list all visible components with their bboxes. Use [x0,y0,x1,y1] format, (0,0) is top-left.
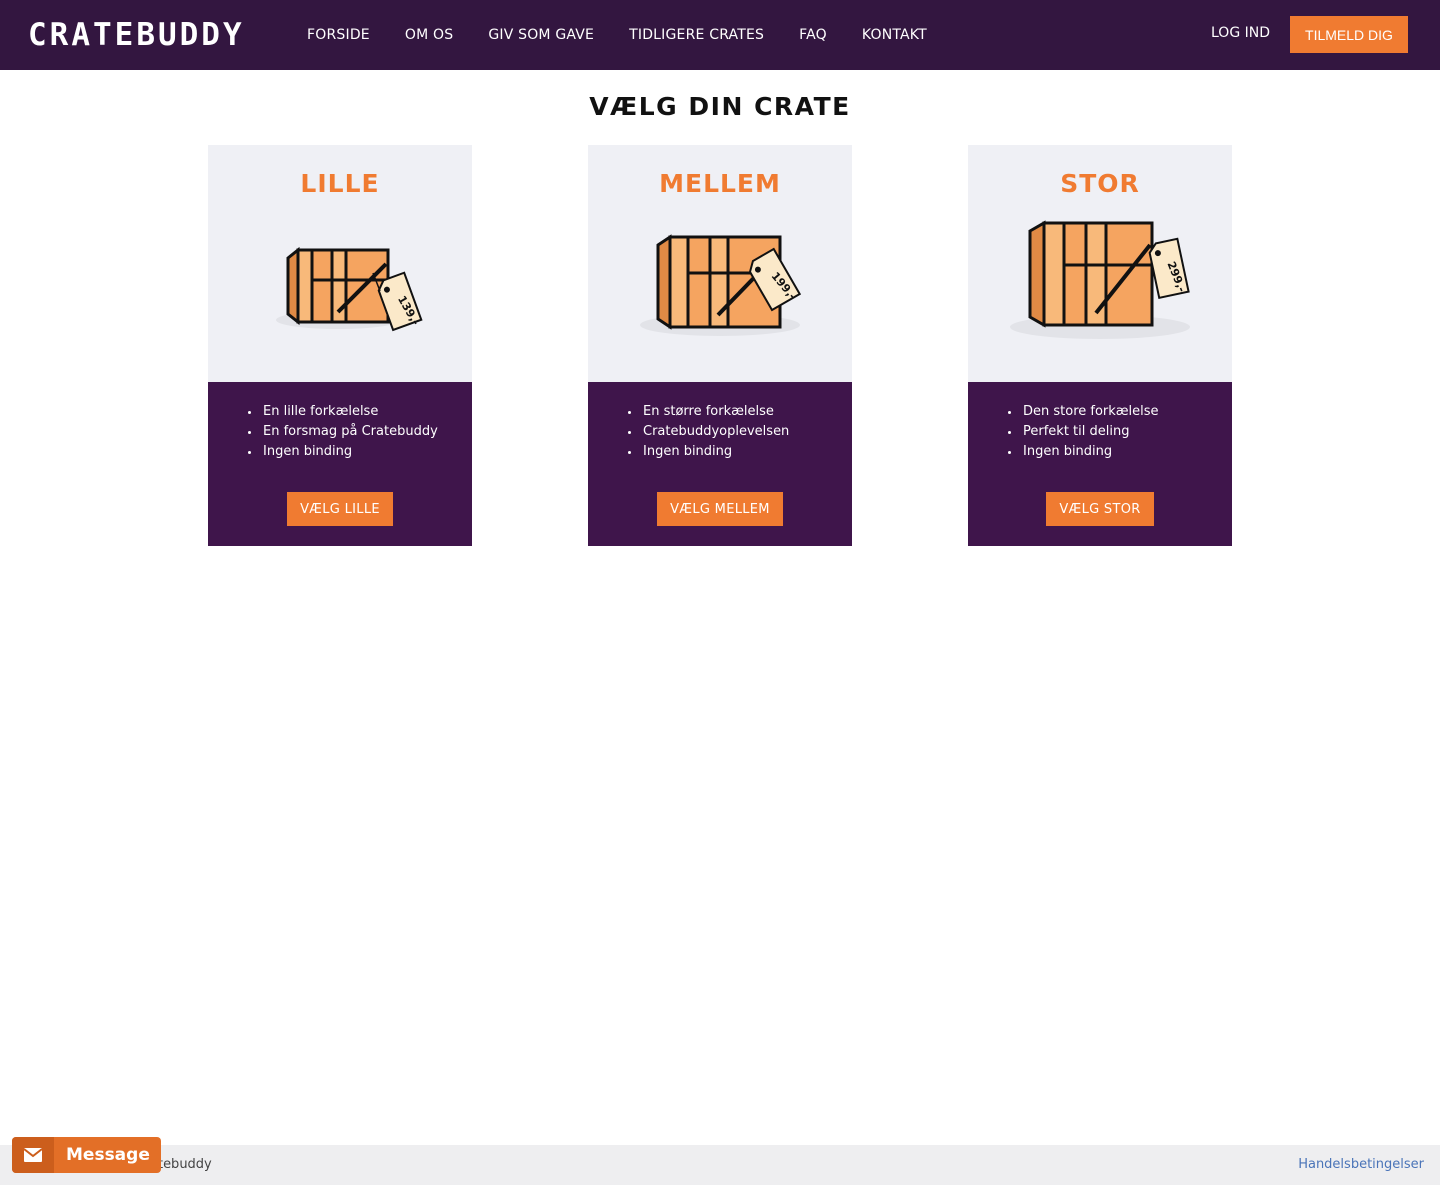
feature-item: Ingen binding [1008,442,1212,462]
nav-item-kontakt[interactable]: KONTAKT [862,27,927,43]
login-link[interactable]: LOG IND [1211,25,1270,41]
plan-name: MELLEM [659,169,781,198]
crate-large-icon: 299,- [1010,220,1190,339]
feature-item: Den store forkælelse [1008,402,1212,422]
feature-list: Den store forkælelse Perfekt til deling … [1008,402,1212,462]
feature-list: En lille forkælelse En forsmag på Crateb… [248,402,452,462]
plan-card-body: En lille forkælelse En forsmag på Crateb… [208,382,472,546]
nav-item-faq[interactable]: FAQ [799,27,827,43]
plan-card-mellem: MELLEM 199,- En [588,145,852,546]
envelope-icon [12,1137,54,1173]
feature-item: En forsmag på Cratebuddy [248,422,452,442]
plan-card-body: Den store forkælelse Perfekt til deling … [968,382,1232,546]
feature-item: Cratebuddyoplevelsen [628,422,832,442]
crate-small-icon: 139,- [276,246,423,332]
choose-stor-button[interactable]: VÆLG STOR [1046,492,1154,526]
feature-item: En lille forkælelse [248,402,452,422]
footer: atebuddy Handelsbetingelser [0,1145,1440,1185]
top-navigation-bar: CRATEBUDDY FORSIDE OM OS GIV SOM GAVE TI… [0,0,1440,70]
page-title: VÆLG DIN CRATE [589,92,851,121]
crate-illustration: 199,- [588,215,852,345]
nav-item-giv-som-gave[interactable]: GIV SOM GAVE [488,27,594,43]
nav-item-tidligere-crates[interactable]: TIDLIGERE CRATES [629,27,764,43]
nav-item-forside[interactable]: FORSIDE [307,27,370,43]
main-nav: FORSIDE OM OS GIV SOM GAVE TIDLIGERE CRA… [307,0,962,70]
feature-item: Perfekt til deling [1008,422,1212,442]
plan-card-header: LILLE 139,- [208,145,472,382]
nav-item-om-os[interactable]: OM OS [405,27,453,43]
plan-card-stor: STOR 299,- Den s [968,145,1232,546]
feature-item: En større forkælelse [628,402,832,422]
plan-card-header: STOR 299,- [968,145,1232,382]
plan-card-body: En større forkælelse Cratebuddyoplevelse… [588,382,852,546]
choose-mellem-button[interactable]: VÆLG MELLEM [657,492,783,526]
plan-name: STOR [1060,169,1140,198]
cratebuddy-logo[interactable]: CRATEBUDDY [28,16,245,54]
plan-card-lille: LILLE 139,- • En lille forkælelse • En f… [208,145,472,546]
crate-illustration: 139,- [208,215,472,345]
crate-illustration: 299,- [968,215,1232,345]
feature-item: Ingen binding [628,442,832,462]
message-widget-label: Message [66,1145,150,1165]
plan-name: LILLE [300,169,380,198]
message-widget-button[interactable]: Message [12,1137,161,1173]
feature-item: Ingen binding [248,442,452,462]
terms-link[interactable]: Handelsbetingelser [1298,1157,1424,1172]
choose-lille-button[interactable]: VÆLG LILLE [287,492,393,526]
feature-list: En større forkælelse Cratebuddyoplevelse… [628,402,832,462]
signup-button[interactable]: TILMELD DIG [1290,16,1408,53]
plan-card-header: MELLEM 199,- [588,145,852,382]
crate-medium-icon: 199,- [640,234,802,336]
